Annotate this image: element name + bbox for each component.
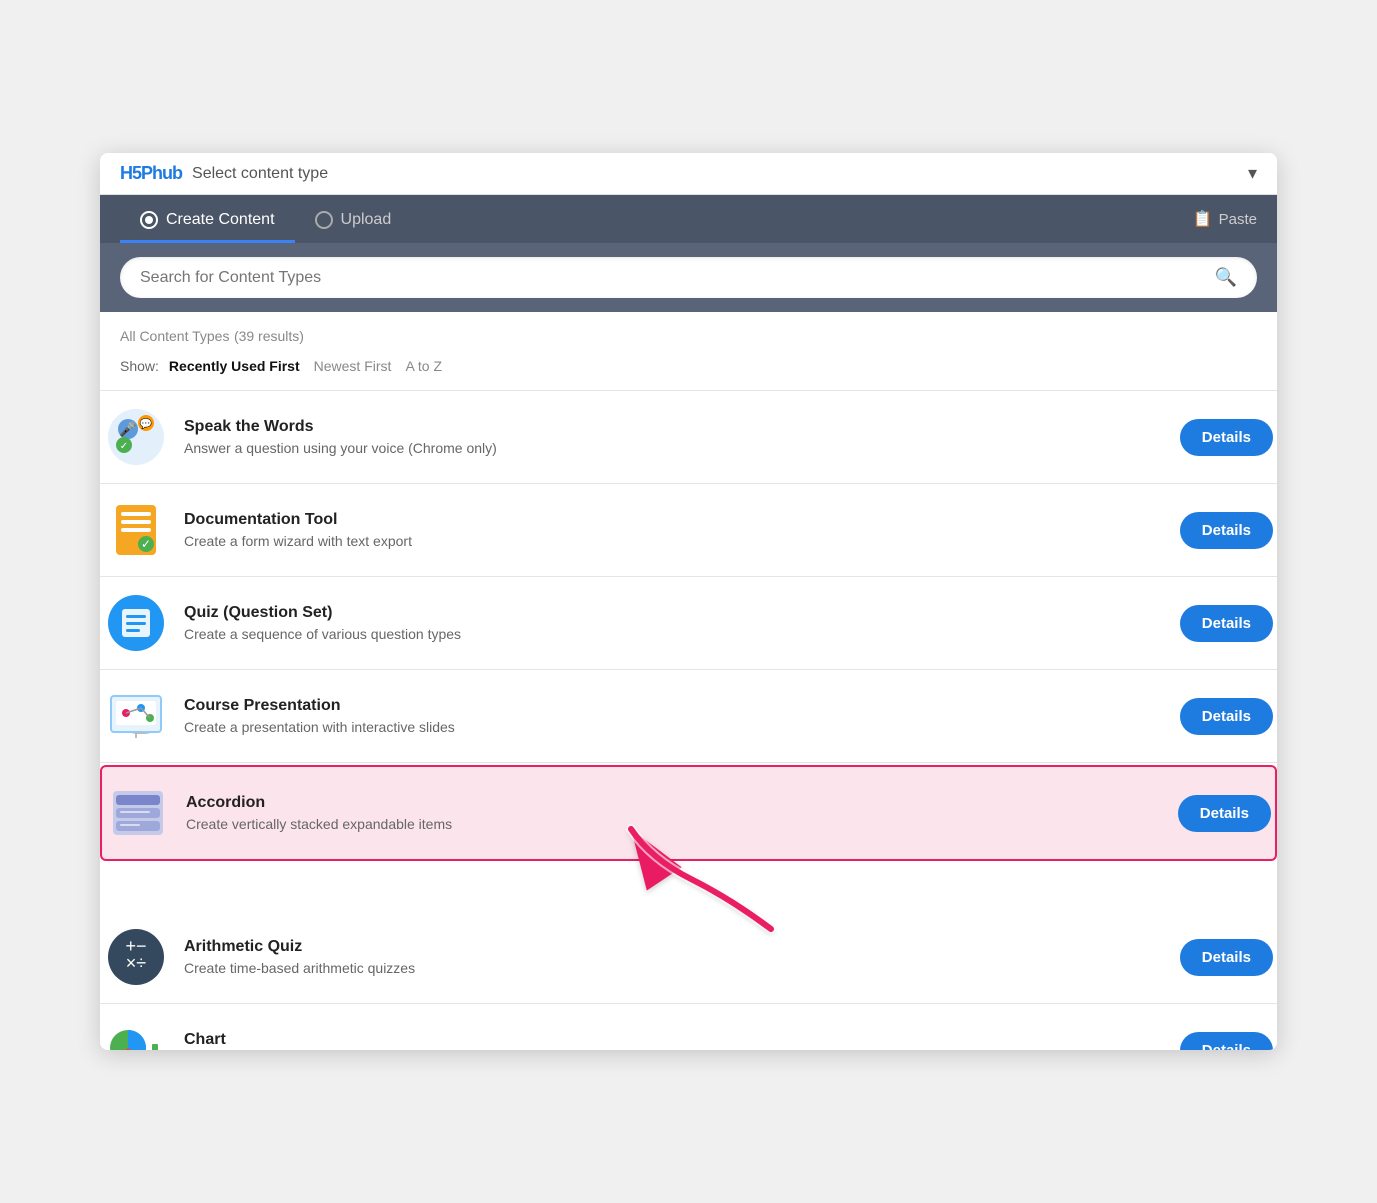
svg-text:×÷: ×÷ (126, 953, 147, 973)
tab-upload-label: Upload (341, 211, 392, 229)
list-item[interactable]: Quiz (Question Set) Create a sequence of… (100, 577, 1277, 670)
speak-the-words-desc: Answer a question using your voice (Chro… (184, 440, 1164, 456)
header-title: Select content type (192, 165, 328, 183)
accordion-details-button[interactable]: Details (1178, 795, 1271, 832)
accordion-icon (106, 781, 170, 845)
filter-a-to-z[interactable]: A to Z (401, 356, 446, 376)
modal-container: H5Phub Select content type ▾ Create Cont… (100, 153, 1277, 1050)
speak-the-words-title: Speak the Words (184, 418, 1164, 436)
chart-icon (104, 1018, 168, 1050)
list-item[interactable]: Course Presentation Create a presentatio… (100, 670, 1277, 763)
course-presentation-desc: Create a presentation with interactive s… (184, 719, 1164, 735)
modal-header: H5Phub Select content type ▾ (100, 153, 1277, 195)
list-item[interactable]: +− ×÷ Arithmetic Quiz Create time-based … (100, 911, 1277, 1004)
course-presentation-text: Course Presentation Create a presentatio… (184, 697, 1164, 735)
scroll-container[interactable]: 🎤 💬 ✓ Speak the Words Answer a question … (100, 390, 1277, 1050)
quiz-details-button[interactable]: Details (1180, 605, 1273, 642)
chart-title: Chart (184, 1031, 1164, 1049)
header-left: H5Phub Select content type (120, 163, 328, 184)
documentation-tool-text: Documentation Tool Create a form wizard … (184, 511, 1164, 549)
paste-icon: 📋 (1193, 209, 1213, 229)
arithmetic-quiz-icon: +− ×÷ (104, 925, 168, 989)
filter-show-label: Show: (120, 358, 159, 374)
tab-bar-left: Create Content Upload (120, 195, 411, 243)
list-item[interactable]: Chart Quickly generate bar and pie chart… (100, 1004, 1277, 1050)
search-icon: 🔍 (1215, 267, 1237, 288)
h5p-logo: H5Phub (120, 163, 182, 184)
accordion-title: Accordion (186, 794, 1162, 812)
documentation-tool-title: Documentation Tool (184, 511, 1164, 529)
documentation-tool-details-button[interactable]: Details (1180, 512, 1273, 549)
course-presentation-title: Course Presentation (184, 697, 1164, 715)
filter-row: Show: Recently Used First Newest First A… (120, 356, 1257, 376)
paste-button[interactable]: 📋 Paste (1193, 209, 1257, 229)
tab-radio-create (140, 211, 158, 229)
quiz-desc: Create a sequence of various question ty… (184, 626, 1164, 642)
items-list: 🎤 💬 ✓ Speak the Words Answer a question … (100, 390, 1277, 1050)
filter-newest-first[interactable]: Newest First (310, 356, 396, 376)
tab-radio-upload (315, 211, 333, 229)
speak-the-words-details-button[interactable]: Details (1180, 419, 1273, 456)
course-presentation-details-button[interactable]: Details (1180, 698, 1273, 735)
svg-text:✓: ✓ (120, 441, 128, 452)
tab-create-content[interactable]: Create Content (120, 195, 295, 243)
speak-the-words-text: Speak the Words Answer a question using … (184, 418, 1164, 456)
tab-create-label: Create Content (166, 211, 275, 229)
search-bar: 🔍 (120, 257, 1257, 298)
svg-text:💬: 💬 (140, 417, 153, 430)
arithmetic-quiz-title: Arithmetic Quiz (184, 938, 1164, 956)
quiz-icon (104, 591, 168, 655)
arithmetic-quiz-desc: Create time-based arithmetic quizzes (184, 960, 1164, 976)
svg-text:✓: ✓ (141, 537, 151, 551)
speak-the-words-icon: 🎤 💬 ✓ (104, 405, 168, 469)
section-title: All Content Types (39 results) (120, 328, 1257, 346)
quiz-title: Quiz (Question Set) (184, 604, 1164, 622)
chevron-down-icon[interactable]: ▾ (1248, 163, 1257, 184)
tab-radio-inner-create (145, 216, 153, 224)
list-item-accordion[interactable]: Accordion Create vertically stacked expa… (100, 765, 1277, 861)
chart-text: Chart Quickly generate bar and pie chart… (184, 1031, 1164, 1050)
svg-text:🎤: 🎤 (119, 420, 137, 438)
quiz-text: Quiz (Question Set) Create a sequence of… (184, 604, 1164, 642)
content-area: All Content Types (39 results) Show: Rec… (100, 312, 1277, 376)
arithmetic-quiz-text: Arithmetic Quiz Create time-based arithm… (184, 938, 1164, 976)
tab-bar: Create Content Upload 📋 Paste (100, 195, 1277, 243)
accordion-text: Accordion Create vertically stacked expa… (186, 794, 1162, 832)
documentation-tool-desc: Create a form wizard with text export (184, 533, 1164, 549)
accordion-desc: Create vertically stacked expandable ite… (186, 816, 1162, 832)
chart-details-button[interactable]: Details (1180, 1032, 1273, 1051)
paste-label: Paste (1219, 211, 1257, 228)
filter-recently-used[interactable]: Recently Used First (165, 356, 304, 376)
search-input[interactable] (140, 269, 1215, 287)
tab-upload[interactable]: Upload (295, 195, 412, 243)
search-section: 🔍 (100, 243, 1277, 312)
documentation-tool-icon: ✓ (104, 498, 168, 562)
course-presentation-icon (104, 684, 168, 748)
arithmetic-quiz-details-button[interactable]: Details (1180, 939, 1273, 976)
list-item[interactable]: 🎤 💬 ✓ Speak the Words Answer a question … (100, 391, 1277, 484)
list-item[interactable]: ✓ Documentation Tool Create a form wizar… (100, 484, 1277, 577)
